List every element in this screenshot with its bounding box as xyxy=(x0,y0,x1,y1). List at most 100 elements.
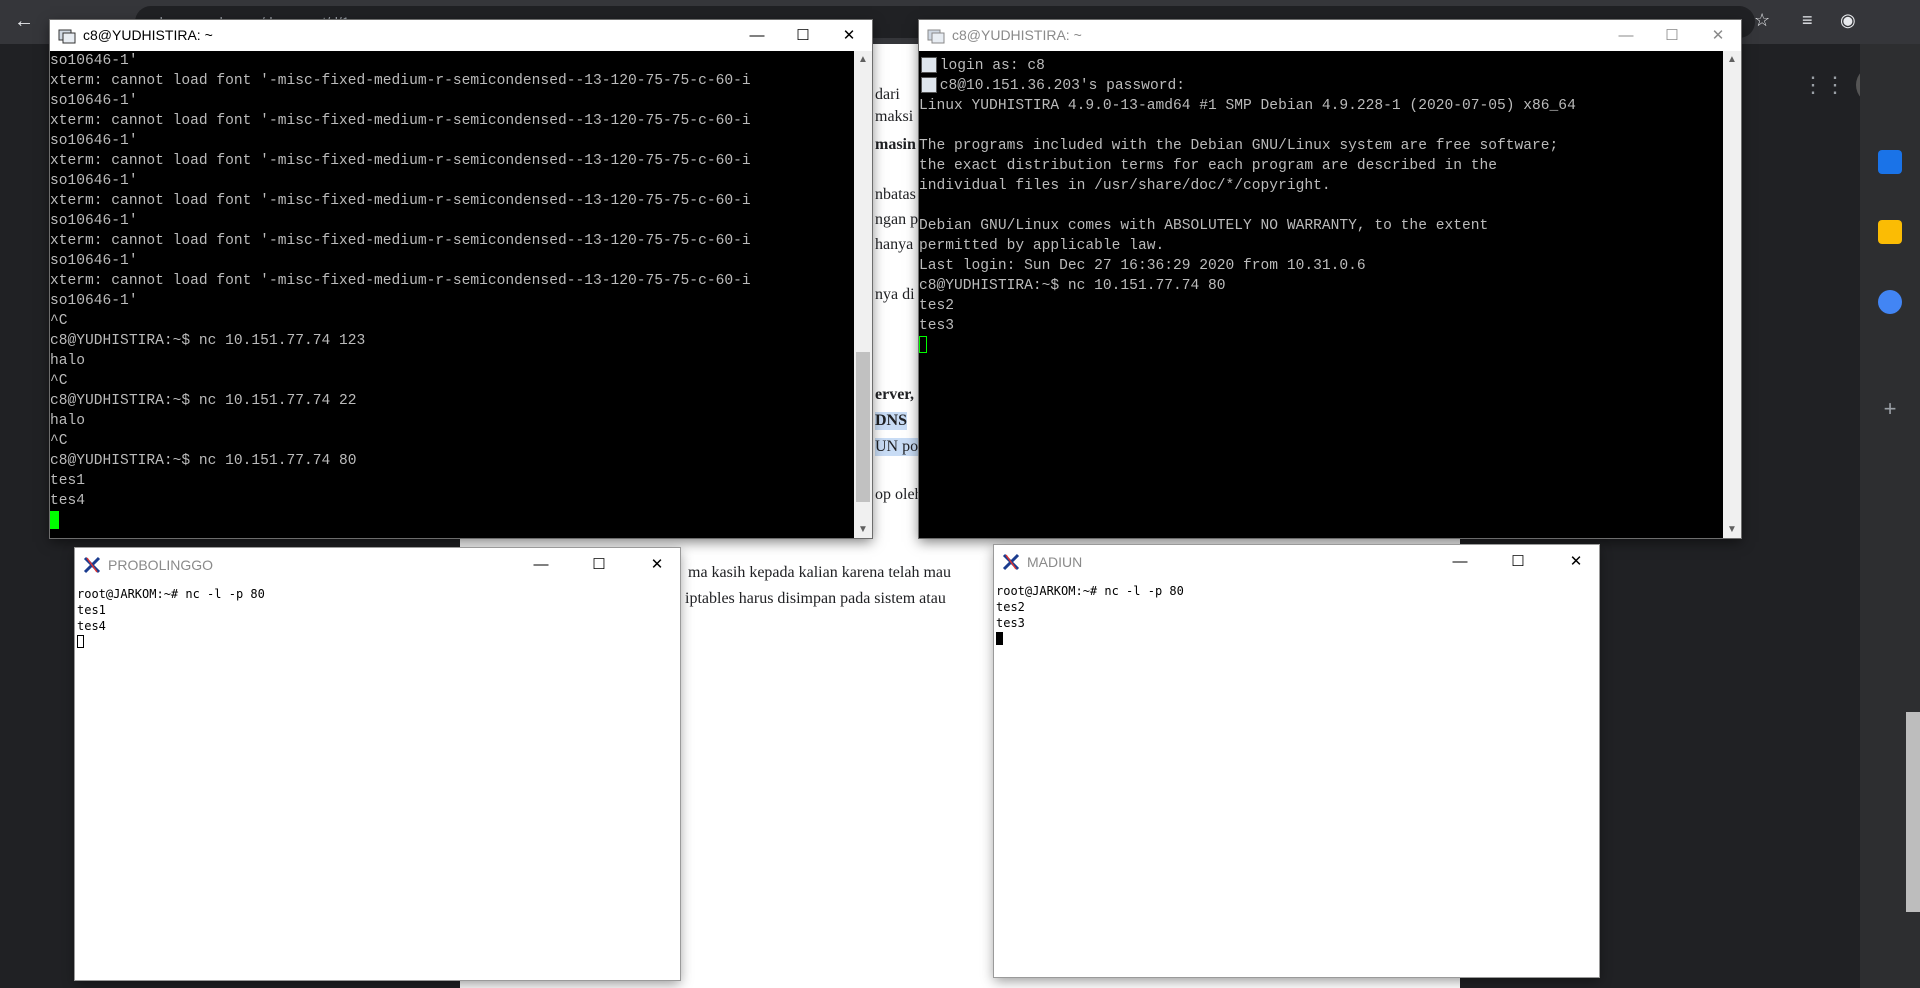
terminal-line: so10646-1' xyxy=(50,293,138,309)
terminal-line: xterm: cannot load font '-misc-fixed-med… xyxy=(50,73,751,89)
keep-icon[interactable] xyxy=(1878,220,1902,244)
terminal-line: individual files in /usr/share/doc/*/cop… xyxy=(919,178,1331,194)
terminal-output[interactable]: root@JARKOM:~# nc -l -p 80 tes1 tes4 xyxy=(77,586,678,978)
close-button[interactable]: ✕ xyxy=(1695,20,1741,51)
page-scrollbar[interactable] xyxy=(1906,712,1920,912)
terminal-line: halo xyxy=(50,353,86,369)
terminal-window-left[interactable]: c8@YUDHISTIRA: ~ — ☐ ✕ so10646-1' xterm: … xyxy=(50,20,872,538)
terminal-line: so10646-1' xyxy=(50,53,138,69)
terminal-line: Linux YUDHISTIRA 4.9.0-13-amd64 #1 SMP D… xyxy=(919,98,1576,114)
scroll-thumb[interactable] xyxy=(856,352,870,502)
putty-icon xyxy=(927,27,945,45)
terminal-line: tes1 xyxy=(50,473,86,489)
terminal-line: ^C xyxy=(50,373,68,389)
putty-icon xyxy=(921,57,937,73)
minimize-button[interactable]: — xyxy=(518,548,564,579)
terminal-line: xterm: cannot load font '-misc-fixed-med… xyxy=(50,193,751,209)
terminal-output[interactable]: root@JARKOM:~# nc -l -p 80 tes2 tes3 xyxy=(996,583,1597,975)
minimize-button[interactable]: — xyxy=(1603,20,1649,51)
doc-text: nbatas xyxy=(875,186,916,203)
doc-text: dari xyxy=(875,86,900,103)
terminal-line: tes4 xyxy=(50,493,86,509)
scroll-down-icon[interactable]: ▼ xyxy=(854,521,872,538)
terminal-line: so10646-1' xyxy=(50,93,138,109)
terminal-line: xterm: cannot load font '-misc-fixed-med… xyxy=(50,113,751,129)
terminal-cursor xyxy=(77,635,84,648)
terminal-line: tes3 xyxy=(996,616,1025,630)
terminal-line: c8@10.151.36.203's password: xyxy=(919,76,1723,96)
terminal-output[interactable]: so10646-1' xterm: cannot load font '-misc… xyxy=(50,51,854,538)
window-title: PROBOLINGGO xyxy=(108,557,214,573)
terminal-line: tes2 xyxy=(996,600,1025,614)
xterm-window-probolinggo[interactable]: PROBOLINGGO — ☐ ✕ root@JARKOM:~# nc -l -… xyxy=(75,548,680,980)
terminal-line: ^C xyxy=(50,433,68,449)
terminal-line: halo xyxy=(50,413,86,429)
terminal-line: c8@YUDHISTIRA:~$ nc 10.151.77.74 123 xyxy=(50,333,366,349)
window-title: MADIUN xyxy=(1027,554,1083,570)
profile-icon[interactable]: ◉ xyxy=(1840,10,1856,31)
maximize-button[interactable]: ☐ xyxy=(1495,545,1541,576)
title-bar[interactable]: c8@YUDHISTIRA: ~ — ☐ ✕ xyxy=(919,20,1741,51)
terminal-line: xterm: cannot load font '-misc-fixed-med… xyxy=(50,273,751,289)
scroll-up-icon[interactable]: ▲ xyxy=(1723,51,1741,68)
terminal-line: tes2 xyxy=(919,298,955,314)
maximize-button[interactable]: ☐ xyxy=(1649,20,1695,51)
scroll-down-icon[interactable]: ▼ xyxy=(1723,521,1741,538)
maximize-button[interactable]: ☐ xyxy=(780,20,826,51)
terminal-line: xterm: cannot load font '-misc-fixed-med… xyxy=(50,233,751,249)
add-icon[interactable]: + xyxy=(1878,396,1902,421)
title-bar[interactable]: c8@YUDHISTIRA: ~ — ☐ ✕ xyxy=(50,20,872,51)
terminal-line: Last login: Sun Dec 27 16:36:29 2020 fro… xyxy=(919,258,1366,274)
terminal-cursor xyxy=(919,336,927,353)
close-button[interactable]: ✕ xyxy=(1553,545,1599,576)
doc-text: nya di xyxy=(875,286,915,303)
minimize-button[interactable]: — xyxy=(734,20,780,51)
scrollbar[interactable]: ▲ ▼ xyxy=(1723,51,1741,538)
terminal-line: so10646-1' xyxy=(50,133,138,149)
terminal-line: c8@YUDHISTIRA:~$ nc 10.151.77.74 80 xyxy=(919,278,1226,294)
close-button[interactable]: ✕ xyxy=(634,548,680,579)
title-bar[interactable]: PROBOLINGGO — ☐ ✕ xyxy=(75,548,680,582)
putty-icon xyxy=(58,27,76,45)
doc-text: ngan p xyxy=(875,211,919,228)
terminal-line: so10646-1' xyxy=(50,213,138,229)
terminal-window-right[interactable]: c8@YUDHISTIRA: ~ — ☐ ✕ login as: c8 c8@1… xyxy=(919,20,1741,538)
terminal-output[interactable]: login as: c8 c8@10.151.36.203's password… xyxy=(919,56,1723,538)
star-icon[interactable]: ☆ xyxy=(1754,10,1770,31)
doc-text: iptables harus disimpan pada sistem atau xyxy=(685,590,946,607)
media-icon[interactable]: ≡ xyxy=(1802,10,1813,31)
doc-text: maksi xyxy=(875,108,914,125)
terminal-line: c8@YUDHISTIRA:~$ nc 10.151.77.74 80 xyxy=(50,453,357,469)
terminal-line: c8@YUDHISTIRA:~$ nc 10.151.77.74 22 xyxy=(50,393,357,409)
terminal-line: so10646-1' xyxy=(50,173,138,189)
terminal-line: tes4 xyxy=(77,619,106,633)
xterm-window-madiun[interactable]: MADIUN — ☐ ✕ root@JARKOM:~# nc -l -p 80 t… xyxy=(994,545,1599,977)
terminal-line: the exact distribution terms for each pr… xyxy=(919,158,1498,174)
terminal-line: root@JARKOM:~# nc -l -p 80 xyxy=(996,584,1184,598)
scroll-up-icon[interactable]: ▲ xyxy=(854,51,872,68)
scrollbar[interactable]: ▲ ▼ xyxy=(854,51,872,538)
terminal-line: Debian GNU/Linux comes with ABSOLUTELY N… xyxy=(919,218,1489,234)
terminal-line: The programs included with the Debian GN… xyxy=(919,138,1559,154)
doc-text: hanya xyxy=(875,236,914,253)
minimize-button[interactable]: — xyxy=(1437,545,1483,576)
window-title: c8@YUDHISTIRA: ~ xyxy=(83,27,213,43)
x-icon xyxy=(83,556,101,574)
terminal-line: permitted by applicable law. xyxy=(919,238,1165,254)
arrow-left-icon[interactable]: ← xyxy=(14,10,34,33)
doc-text: UN po xyxy=(875,438,919,456)
title-bar[interactable]: MADIUN — ☐ ✕ xyxy=(994,545,1599,579)
doc-text: ma kasih kepada kalian karena telah mau xyxy=(688,564,951,581)
terminal-cursor xyxy=(996,632,1003,645)
tasks-icon[interactable] xyxy=(1878,290,1902,314)
close-button[interactable]: ✕ xyxy=(826,20,872,51)
doc-text: op oleh xyxy=(875,486,923,503)
doc-text: masin xyxy=(875,136,916,153)
terminal-line: login as: c8 xyxy=(919,56,1723,76)
calendar-icon[interactable] xyxy=(1878,150,1902,174)
apps-grid-icon[interactable]: ⋮⋮ xyxy=(1802,72,1846,98)
terminal-line: root@JARKOM:~# nc -l -p 80 xyxy=(77,587,265,601)
maximize-button[interactable]: ☐ xyxy=(576,548,622,579)
